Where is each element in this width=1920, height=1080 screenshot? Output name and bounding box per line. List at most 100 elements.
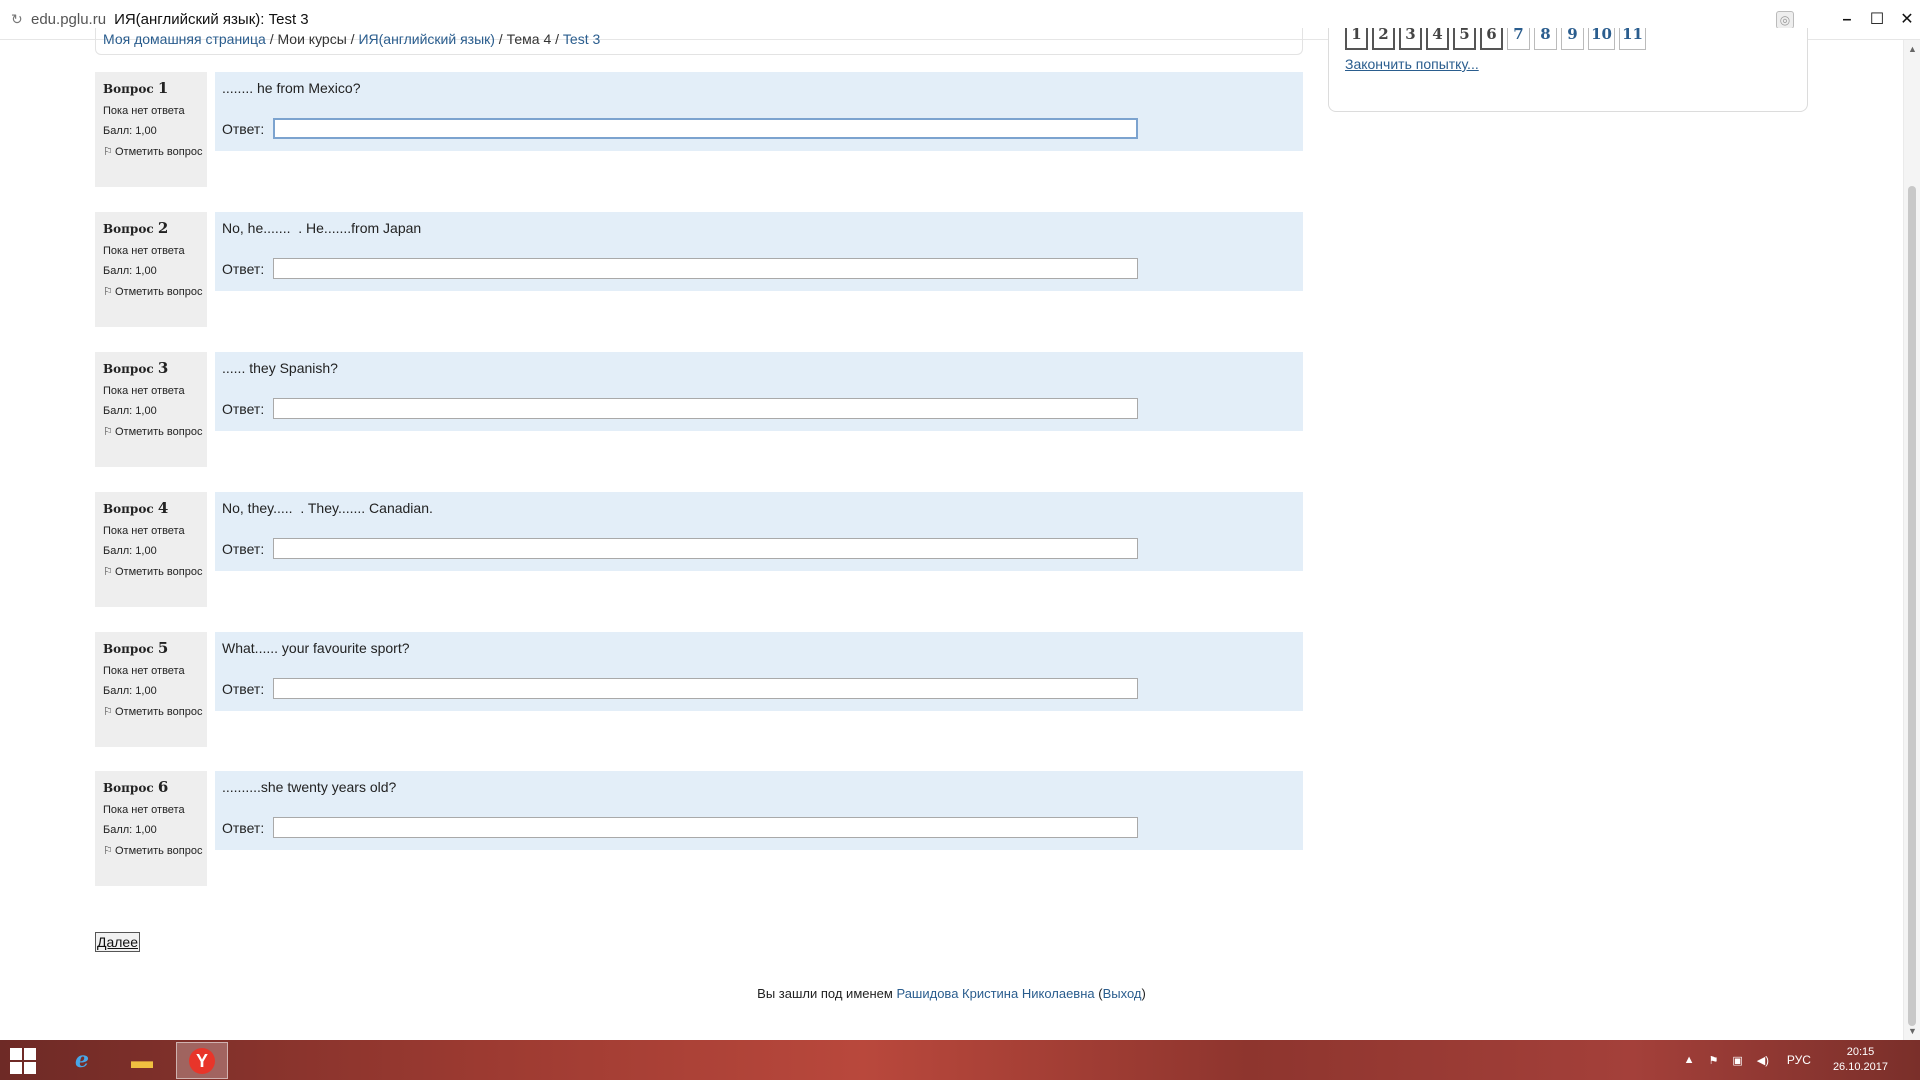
question-content: No, they..... . They....... Canadian. От… bbox=[215, 492, 1303, 571]
breadcrumb: Моя домашняя страница / Мои курсы / ИЯ(а… bbox=[95, 28, 1303, 55]
breadcrumb-test-link[interactable]: Test 3 bbox=[563, 31, 600, 47]
tray-overflow-icon[interactable]: ▲ bbox=[1684, 1054, 1695, 1066]
answer-input[interactable] bbox=[273, 258, 1138, 279]
taskbar-clock[interactable]: 20:15 26.10.2017 bbox=[1833, 1045, 1888, 1075]
quiz-nav-buttons: 1 2 3 4 5 6 7 8 9 10 11 bbox=[1345, 28, 1650, 50]
question-number: Вопрос 5 bbox=[103, 639, 169, 657]
question-grade: Балл: 1,00 bbox=[103, 125, 157, 137]
question-text: ..........she twenty years old? bbox=[222, 779, 397, 795]
flag-question-link[interactable]: ⚐ Отметить вопрос bbox=[103, 565, 207, 580]
site-protect-icon[interactable]: ◎ bbox=[1776, 11, 1794, 29]
question-text: ........ he from Mexico? bbox=[222, 80, 361, 96]
breadcrumb-home-link[interactable]: Моя домашняя страница bbox=[103, 31, 266, 47]
answer-input[interactable] bbox=[273, 678, 1138, 699]
answer-label: Ответ: bbox=[222, 261, 265, 277]
address-domain[interactable]: edu.pglu.ru bbox=[31, 11, 106, 28]
answer-input[interactable] bbox=[273, 118, 1138, 139]
flag-question-link[interactable]: ⚐ Отметить вопрос bbox=[103, 285, 207, 300]
question-state: Пока нет ответа bbox=[103, 525, 185, 537]
quiz-nav-button-5[interactable]: 5 bbox=[1453, 28, 1476, 50]
question-info: Вопрос 1 Пока нет ответа Балл: 1,00 ⚐ Отм… bbox=[95, 72, 207, 187]
action-center-flag-icon[interactable]: ⚑ bbox=[1709, 1054, 1719, 1067]
windows-start-icon[interactable] bbox=[10, 1048, 36, 1074]
quiz-nav-button-10[interactable]: 10 bbox=[1588, 28, 1615, 50]
windows-taskbar: e ▬ Y ▲ ⚑ ▣ ◀) РУС 20:15 26.10.2017 bbox=[0, 1040, 1920, 1080]
minimize-button[interactable]: – bbox=[1834, 7, 1860, 33]
flag-icon: ⚐ bbox=[103, 286, 113, 298]
answer-input[interactable] bbox=[273, 538, 1138, 559]
question-info: Вопрос 5 Пока нет ответа Балл: 1,00 ⚐ Отм… bbox=[95, 632, 207, 747]
breadcrumb-separator: / bbox=[346, 31, 359, 47]
question-5: Вопрос 5 Пока нет ответа Балл: 1,00 ⚐ Отм… bbox=[95, 632, 1303, 768]
quiz-nav-button-9[interactable]: 9 bbox=[1561, 28, 1584, 50]
clock-time: 20:15 bbox=[1846, 1046, 1875, 1058]
login-info: Вы зашли под именем Рашидова Кристина Ни… bbox=[0, 986, 1903, 1001]
question-state: Пока нет ответа bbox=[103, 665, 185, 677]
page-title: ИЯ(английский язык): Test 3 bbox=[114, 11, 309, 28]
question-2: Вопрос 2 Пока нет ответа Балл: 1,00 ⚐ Отм… bbox=[95, 212, 1303, 348]
flag-question-link[interactable]: ⚐ Отметить вопрос bbox=[103, 844, 207, 859]
question-state: Пока нет ответа bbox=[103, 245, 185, 257]
flag-question-link[interactable]: ⚐ Отметить вопрос bbox=[103, 145, 207, 160]
question-number: Вопрос 6 bbox=[103, 778, 169, 796]
breadcrumb-separator: / bbox=[551, 31, 563, 47]
next-button[interactable]: Далее bbox=[95, 932, 140, 952]
scroll-down-icon[interactable]: ▼ bbox=[1908, 1026, 1917, 1036]
answer-label: Ответ: bbox=[222, 401, 265, 417]
question-grade: Балл: 1,00 bbox=[103, 265, 157, 277]
close-button[interactable]: ✕ bbox=[1894, 7, 1920, 33]
quiz-nav-button-1[interactable]: 1 bbox=[1345, 28, 1368, 50]
answer-label: Ответ: bbox=[222, 121, 265, 137]
quiz-nav-button-3[interactable]: 3 bbox=[1399, 28, 1422, 50]
question-grade: Балл: 1,00 bbox=[103, 824, 157, 836]
user-profile-link[interactable]: Рашидова Кристина Николаевна bbox=[896, 986, 1094, 1001]
question-grade: Балл: 1,00 bbox=[103, 405, 157, 417]
scroll-up-icon[interactable]: ▲ bbox=[1908, 44, 1917, 54]
quiz-nav-button-7[interactable]: 7 bbox=[1507, 28, 1530, 50]
question-text: No, he....... . He.......from Japan bbox=[222, 220, 422, 236]
quiz-nav-button-11[interactable]: 11 bbox=[1619, 28, 1646, 50]
language-indicator[interactable]: РУС bbox=[1787, 1053, 1811, 1067]
yandex-browser-icon[interactable]: Y bbox=[176, 1042, 228, 1079]
quiz-navigation-block: 1 2 3 4 5 6 7 8 9 10 11 Закончить попытк… bbox=[1328, 28, 1808, 112]
question-info: Вопрос 2 Пока нет ответа Балл: 1,00 ⚐ Отм… bbox=[95, 212, 207, 327]
breadcrumb-course-link[interactable]: ИЯ(английский язык) bbox=[358, 31, 494, 47]
breadcrumb-section: Тема 4 bbox=[506, 31, 552, 47]
question-info: Вопрос 4 Пока нет ответа Балл: 1,00 ⚐ Отм… bbox=[95, 492, 207, 607]
answer-label: Ответ: bbox=[222, 681, 265, 697]
question-info: Вопрос 6 Пока нет ответа Балл: 1,00 ⚐ Отм… bbox=[95, 771, 207, 886]
question-state: Пока нет ответа bbox=[103, 804, 185, 816]
quiz-nav-button-8[interactable]: 8 bbox=[1534, 28, 1557, 50]
internet-explorer-icon[interactable]: e bbox=[56, 1042, 108, 1079]
question-grade: Балл: 1,00 bbox=[103, 545, 157, 557]
login-info-paren-close: ) bbox=[1141, 986, 1146, 1001]
login-info-prefix: Вы зашли под именем bbox=[757, 986, 897, 1001]
question-state: Пока нет ответа bbox=[103, 385, 185, 397]
quiz-nav-button-2[interactable]: 2 bbox=[1372, 28, 1395, 50]
flag-icon: ⚐ bbox=[103, 146, 113, 158]
answer-input[interactable] bbox=[273, 398, 1138, 419]
page-scrollbar[interactable]: ▲ ▼ bbox=[1903, 40, 1920, 1040]
scrollbar-thumb[interactable] bbox=[1908, 186, 1916, 1026]
quiz-nav-button-4[interactable]: 4 bbox=[1426, 28, 1449, 50]
question-number: Вопрос 1 bbox=[103, 79, 169, 97]
reload-icon[interactable]: ↻ bbox=[11, 11, 25, 28]
finish-attempt-link[interactable]: Закончить попытку... bbox=[1345, 56, 1479, 72]
maximize-button[interactable]: ☐ bbox=[1864, 7, 1890, 33]
flag-question-link[interactable]: ⚐ Отметить вопрос bbox=[103, 425, 207, 440]
show-desktop-button[interactable] bbox=[1900, 1040, 1904, 1080]
logout-link[interactable]: Выход bbox=[1103, 986, 1142, 1001]
file-explorer-icon[interactable]: ▬ bbox=[116, 1042, 168, 1079]
flag-question-link[interactable]: ⚐ Отметить вопрос bbox=[103, 705, 207, 720]
question-content: What...... your favourite sport? Ответ: bbox=[215, 632, 1303, 711]
breadcrumb-separator: / bbox=[494, 31, 507, 47]
question-content: ..........she twenty years old? Ответ: bbox=[215, 771, 1303, 850]
flag-icon: ⚐ bbox=[103, 706, 113, 718]
flag-icon: ⚐ bbox=[103, 566, 113, 578]
flag-icon: ⚐ bbox=[103, 426, 113, 438]
network-icon[interactable]: ▣ bbox=[1732, 1054, 1742, 1067]
answer-input[interactable] bbox=[273, 817, 1138, 838]
volume-icon[interactable]: ◀) bbox=[1757, 1054, 1769, 1067]
question-number: Вопрос 3 bbox=[103, 359, 169, 377]
quiz-nav-button-6[interactable]: 6 bbox=[1480, 28, 1503, 50]
